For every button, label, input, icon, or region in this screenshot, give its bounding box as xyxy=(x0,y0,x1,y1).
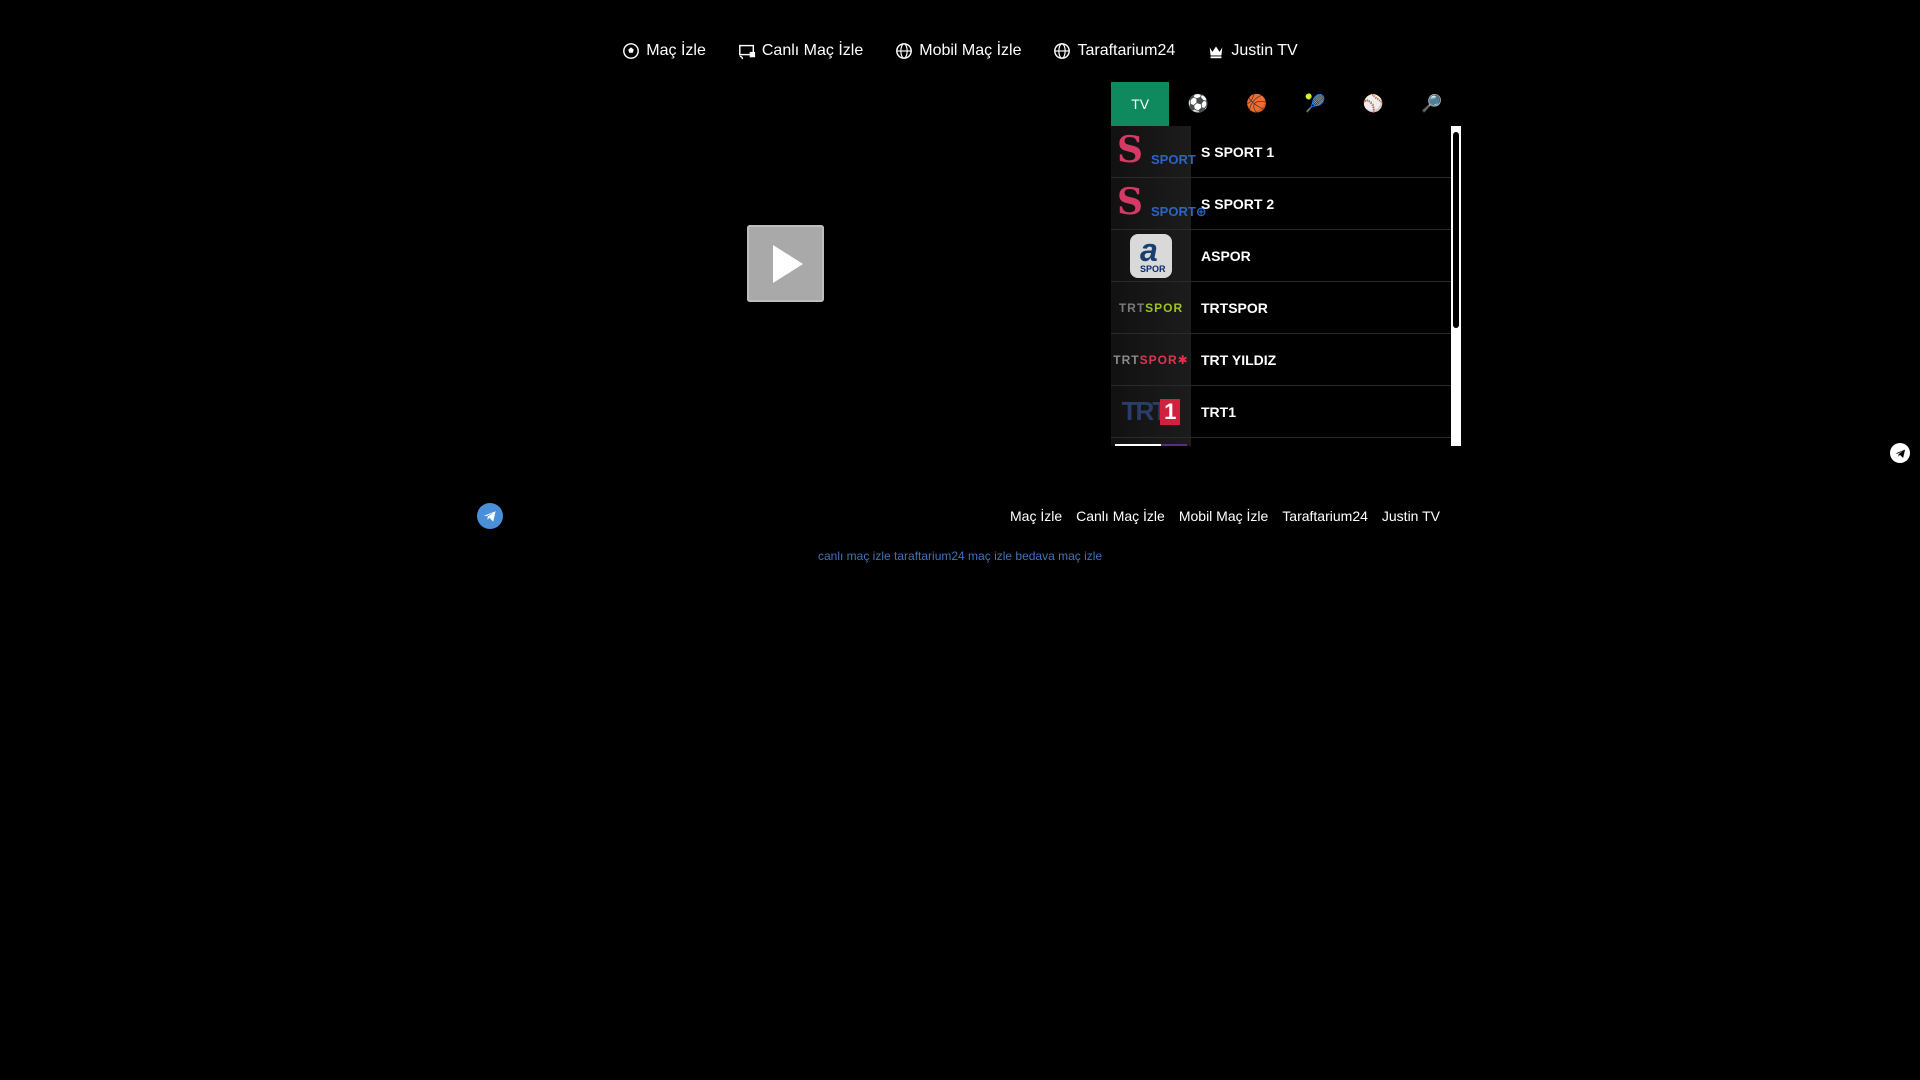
channel-name: S SPORT 1 xyxy=(1201,143,1275,160)
baseball-icon: ⚾ xyxy=(1362,94,1385,113)
footer-link-mobil-mac-izle[interactable]: Mobil Maç İzle xyxy=(1179,508,1268,524)
channel-name: TRT1 xyxy=(1201,403,1236,420)
soccer-ball-icon xyxy=(623,43,640,59)
search-icon: 🔎 xyxy=(1421,94,1443,113)
channel-list-scrollbar[interactable] xyxy=(1451,126,1461,446)
play-icon xyxy=(773,245,803,283)
nav-justin-tv[interactable]: Justin TV xyxy=(1207,42,1298,60)
nav-label: Canlı Maç İzle xyxy=(761,42,864,59)
channel-logo: TRT SPOR✱ xyxy=(1111,334,1191,385)
footer-link-canli-mac-izle[interactable]: Canlı Maç İzle xyxy=(1076,508,1165,524)
nav-canli-mac-izle[interactable]: Canlı Maç İzle xyxy=(738,42,863,60)
tab-baseball[interactable]: ⚾ xyxy=(1344,82,1403,128)
nav-mac-izle[interactable]: Maç İzle xyxy=(622,42,706,60)
nav-label: Mobil Maç İzle xyxy=(919,42,1022,59)
nav-mobil-mac-izle[interactable]: Mobil Maç İzle xyxy=(895,42,1021,60)
channel-row[interactable]: TRT 1 TRT1 xyxy=(1111,386,1451,438)
tab-tv[interactable]: TV xyxy=(1111,82,1170,128)
basketball-icon: 🏀 xyxy=(1246,94,1268,113)
channel-row[interactable]: a SPOR ASPOR xyxy=(1111,230,1451,282)
nav-label: Maç İzle xyxy=(646,42,706,59)
channel-row[interactable]: S SPORT⊕ S SPORT 2 xyxy=(1111,178,1451,230)
channel-row[interactable]: TRT SPOR✱ TRT YILDIZ xyxy=(1111,334,1451,386)
channel-name: TRTSPOR xyxy=(1201,299,1268,316)
channel-name: TRT YILDIZ xyxy=(1201,351,1277,368)
tab-search[interactable]: 🔎 xyxy=(1403,82,1461,126)
footer-link-justin-tv[interactable]: Justin TV xyxy=(1382,508,1440,524)
tab-football[interactable]: ⚽ xyxy=(1169,82,1228,128)
channel-row[interactable]: S SPORT S SPORT 1 xyxy=(1111,126,1451,178)
soccer-ball-icon: ⚽ xyxy=(1187,94,1210,113)
telegram-icon[interactable] xyxy=(1890,443,1910,463)
cast-screen-icon xyxy=(738,44,755,60)
telegram-icon[interactable] xyxy=(477,503,503,529)
tab-tennis[interactable]: 🎾 xyxy=(1285,82,1345,128)
channel-logo xyxy=(1111,438,1191,446)
channel-logo: S SPORT⊕ xyxy=(1111,178,1207,229)
tennis-icon: 🎾 xyxy=(1304,94,1326,113)
video-player[interactable] xyxy=(478,82,1110,445)
globe-icon xyxy=(1054,43,1071,59)
nav-label: Taraftarium24 xyxy=(1077,42,1176,59)
channel-list[interactable]: S SPORT S SPORT 1 S SPORT⊕ S SPORT 2 a SPOR… xyxy=(1111,126,1451,446)
footer-links: Maç İzle Canlı Maç İzle Mobil Maç İzle T… xyxy=(1010,508,1440,524)
nav-taraftarium24[interactable]: Taraftarium24 xyxy=(1053,42,1175,60)
crown-icon xyxy=(1210,46,1223,59)
channel-row[interactable] xyxy=(1111,438,1451,446)
top-navigation: Maç İzle Canlı Maç İzle Mobil Maç İzle T… xyxy=(0,42,1920,60)
footer-link-taraftarium24[interactable]: Taraftarium24 xyxy=(1282,508,1368,524)
tab-basketball[interactable]: 🏀 xyxy=(1227,82,1286,128)
channel-row[interactable]: TRT SPOR TRTSPOR xyxy=(1111,282,1451,334)
sport-tabs: TV ⚽ 🏀 🎾 ⚾ 🔎 xyxy=(1111,82,1461,128)
channel-logo: TRT 1 xyxy=(1111,386,1191,437)
globe-icon xyxy=(896,43,913,59)
scrollbar-thumb[interactable] xyxy=(1453,132,1459,328)
nav-label: Justin TV xyxy=(1231,42,1298,59)
channel-logo: S SPORT xyxy=(1111,126,1196,177)
channel-name: S SPORT 2 xyxy=(1201,195,1275,212)
footer-keyword-links[interactable]: canlı maç izle taraftarium24 maç izle be… xyxy=(818,549,1102,563)
channel-logo: TRT SPOR xyxy=(1111,282,1191,333)
play-button[interactable] xyxy=(747,225,824,302)
channel-name: ASPOR xyxy=(1201,247,1251,264)
footer-link-mac-izle[interactable]: Maç İzle xyxy=(1010,508,1062,524)
channel-logo: a SPOR xyxy=(1111,230,1191,281)
channel-panel: TV ⚽ 🏀 🎾 ⚾ 🔎 S SPORT S SPORT 1 S SPORT⊕ S … xyxy=(1111,82,1461,446)
